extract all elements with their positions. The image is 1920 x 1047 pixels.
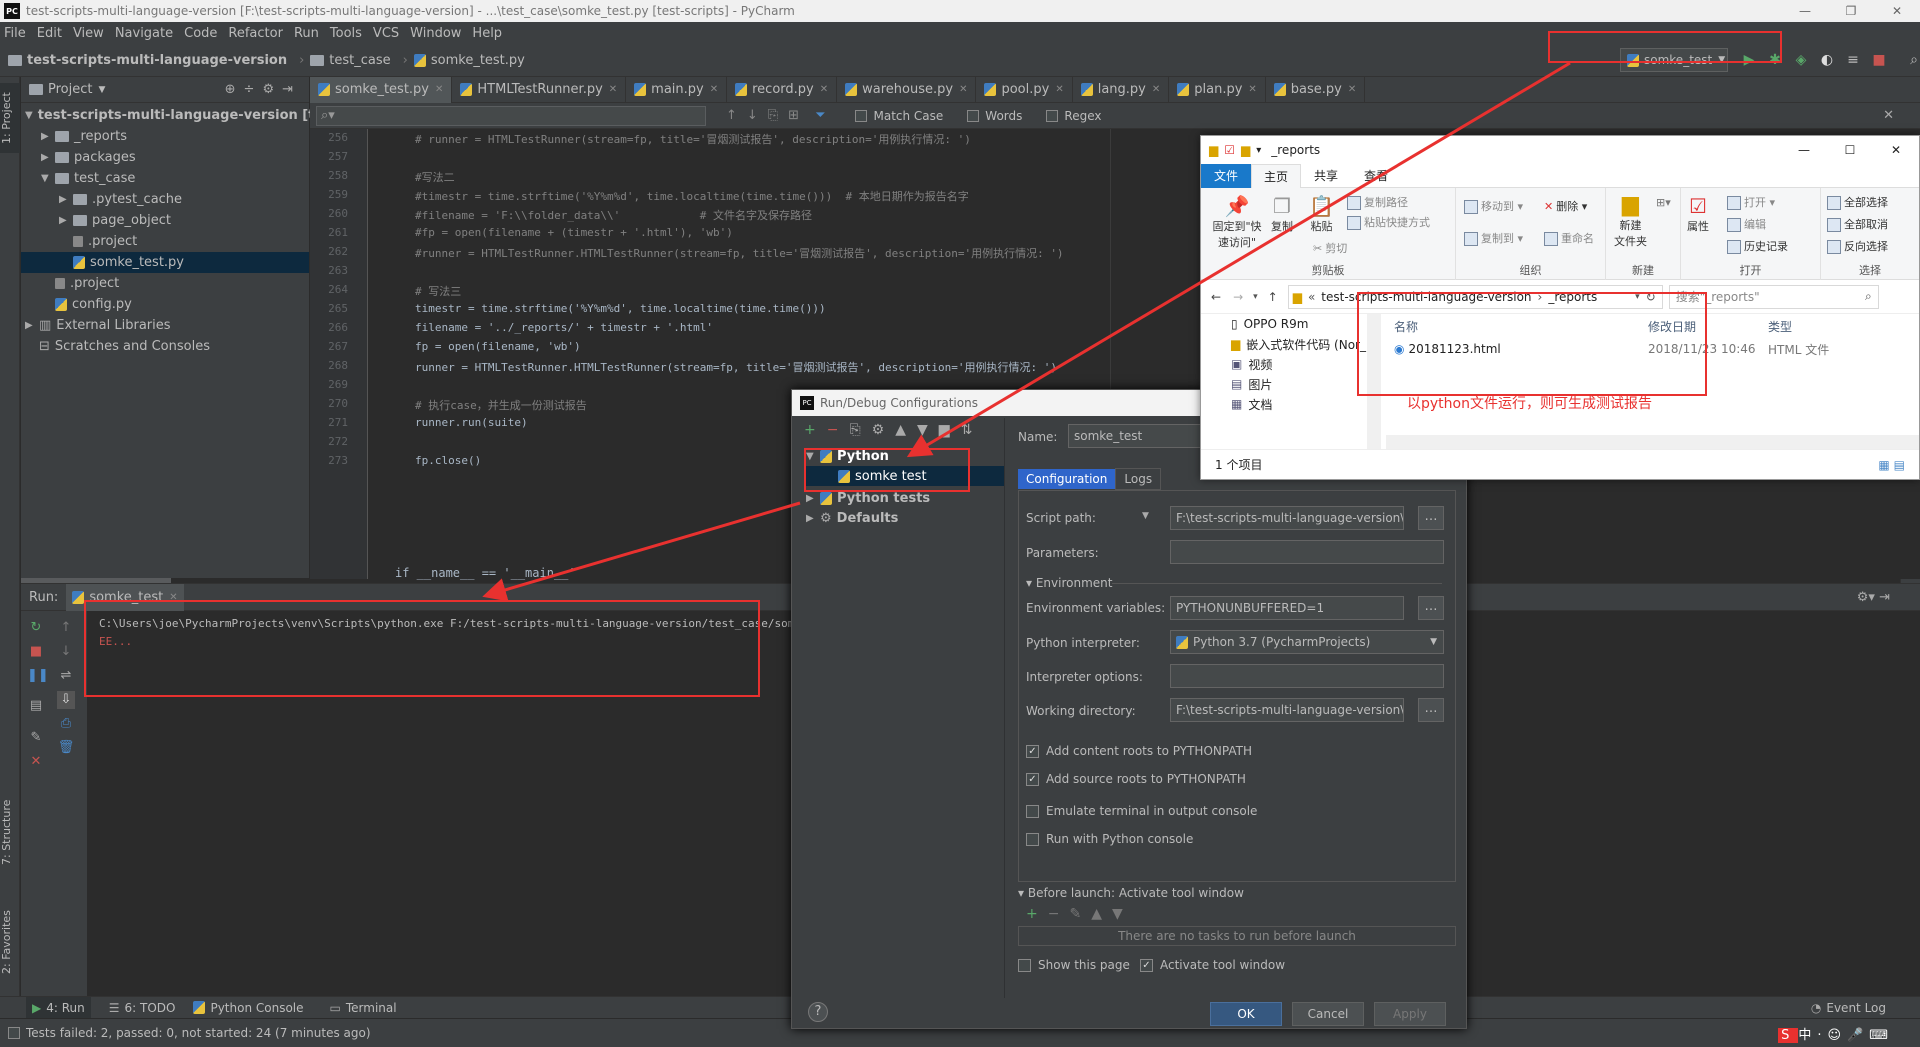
- arrow-config-to-console: [482, 501, 801, 602]
- annotation-arrows: [482, 61, 1571, 602]
- arrow-toolbar-to-config: [906, 61, 1571, 458]
